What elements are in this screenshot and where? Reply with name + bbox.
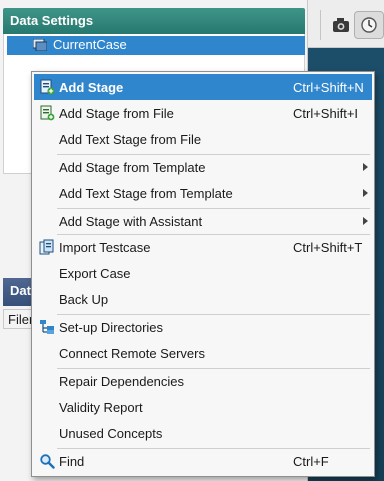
menu-item-label: Add Stage from Template xyxy=(59,160,206,175)
menu-item-import-testcase[interactable]: Import Testcase Ctrl+Shift+T xyxy=(34,234,372,260)
menu-item-set-up-directories[interactable]: Set-up Directories xyxy=(34,314,372,340)
menu-item-add-text-stage-from-template[interactable]: Add Text Stage from Template xyxy=(34,180,372,206)
menu-item-label: Validity Report xyxy=(59,400,143,415)
import-icon xyxy=(39,239,54,255)
menu-item-connect-remote-servers[interactable]: Connect Remote Servers xyxy=(34,340,372,366)
menu-item-label: Repair Dependencies xyxy=(59,374,185,389)
menu-item-shortcut: Ctrl+Shift+N xyxy=(293,80,364,95)
menu-item-find[interactable]: Find Ctrl+F xyxy=(34,448,372,474)
menu-item-label: Add Text Stage from File xyxy=(59,132,202,147)
add-stage-icon xyxy=(40,79,55,95)
tree-item-label: CurrentCase xyxy=(53,37,127,52)
menu-item-label: Add Text Stage from Template xyxy=(59,186,233,201)
menu-item-add-stage-from-template[interactable]: Add Stage from Template xyxy=(34,154,372,180)
menu-item-add-text-stage-from-file[interactable]: Add Text Stage from File xyxy=(34,126,372,152)
lower-panel-tab[interactable]: Filen xyxy=(3,309,36,329)
menu-item-add-stage[interactable]: Add Stage Ctrl+Shift+N xyxy=(34,74,372,100)
menu-item-repair-dependencies[interactable]: Repair Dependencies xyxy=(34,368,372,394)
menu-item-label: Unused Concepts xyxy=(59,426,163,441)
menu-item-label: Export Case xyxy=(59,266,131,281)
menu-item-label: Connect Remote Servers xyxy=(59,346,205,361)
menu-item-back-up[interactable]: Back Up xyxy=(34,286,372,312)
menu-item-validity-report[interactable]: Validity Report xyxy=(34,394,372,420)
camera-button[interactable] xyxy=(326,11,356,39)
camera-icon xyxy=(333,18,349,32)
menu-item-label: Back Up xyxy=(59,292,109,307)
menu-item-label: Add Stage xyxy=(59,80,124,95)
menu-item-add-stage-with-assistant[interactable]: Add Stage with Assistant xyxy=(34,208,372,234)
menu-item-export-case[interactable]: Export Case xyxy=(34,260,372,286)
add-stage-file-icon xyxy=(40,105,55,121)
search-icon xyxy=(40,454,55,469)
menu-item-shortcut: Ctrl+Shift+T xyxy=(293,240,363,255)
submenu-arrow-icon xyxy=(363,217,368,225)
clock-button[interactable] xyxy=(354,11,384,39)
case-icon xyxy=(33,39,47,51)
toolbar xyxy=(308,0,384,48)
menu-item-label: Find xyxy=(59,454,85,469)
lower-panel-title: Data xyxy=(3,278,38,306)
context-menu: Add Stage Ctrl+Shift+N Add Stage from Fi… xyxy=(31,71,375,477)
panel-title: Data Settings xyxy=(3,8,305,34)
tree-item-current-case[interactable]: CurrentCase xyxy=(7,36,305,55)
menu-item-unused-concepts[interactable]: Unused Concepts xyxy=(34,420,372,446)
menu-item-shortcut: Ctrl+F xyxy=(293,454,329,469)
menu-item-label: Add Stage from File xyxy=(59,106,174,121)
menu-item-shortcut: Ctrl+Shift+I xyxy=(293,106,359,121)
menu-item-label: Set-up Directories xyxy=(59,320,164,335)
directories-icon xyxy=(40,320,54,334)
clock-icon xyxy=(361,17,377,33)
menu-item-add-stage-from-file[interactable]: Add Stage from File Ctrl+Shift+I xyxy=(34,100,372,126)
menu-item-label: Add Stage with Assistant xyxy=(59,214,203,229)
submenu-arrow-icon xyxy=(363,163,368,171)
menu-item-label: Import Testcase xyxy=(59,240,151,255)
submenu-arrow-icon xyxy=(363,189,368,197)
